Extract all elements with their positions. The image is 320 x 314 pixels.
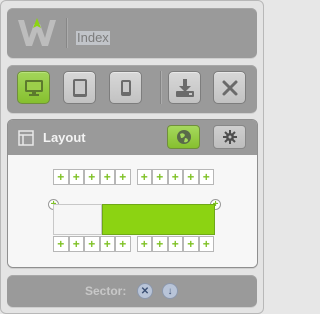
toolbar-panel xyxy=(7,65,257,113)
plus-icon: + xyxy=(187,237,195,251)
sector-label: Sector: xyxy=(85,284,127,298)
arrow-down-icon: ↓ xyxy=(167,285,173,297)
download-button[interactable] xyxy=(168,71,201,104)
layout-panel: Layout + + + + + + + + + + + + + + + + +… xyxy=(7,119,258,268)
desktop-icon xyxy=(24,79,43,96)
add-column-cell[interactable]: + xyxy=(167,236,183,252)
add-column-cell[interactable]: + xyxy=(136,236,152,252)
mobile-icon xyxy=(120,79,131,96)
app-window: Index Layout + + + + + + + + + + + + + +… xyxy=(0,0,264,314)
tablet-icon xyxy=(72,78,87,97)
layout-header: Layout xyxy=(8,120,257,155)
empty-block[interactable] xyxy=(53,204,102,235)
close-button[interactable] xyxy=(213,71,246,104)
layout-icon xyxy=(18,130,34,146)
bottom-add-row: + + + + + + + + + + xyxy=(53,236,215,254)
plus-icon: + xyxy=(140,237,148,251)
globe-button[interactable] xyxy=(167,125,200,149)
desktop-view-button[interactable] xyxy=(17,71,50,104)
add-column-cell[interactable]: + xyxy=(99,236,115,252)
plus-icon: + xyxy=(103,170,111,184)
add-column-cell[interactable]: + xyxy=(68,169,84,185)
plus-icon: + xyxy=(72,237,80,251)
close-icon xyxy=(222,80,237,95)
gear-icon xyxy=(222,130,237,144)
plus-icon: + xyxy=(88,170,96,184)
plus-icon: + xyxy=(119,237,127,251)
add-column-cell[interactable]: + xyxy=(68,236,84,252)
sector-move-down-button[interactable]: ↓ xyxy=(162,283,178,299)
plus-icon: + xyxy=(140,170,148,184)
logo-icon xyxy=(18,18,56,46)
toolbar-divider xyxy=(160,71,161,104)
plus-icon: + xyxy=(88,237,96,251)
add-column-cell[interactable]: + xyxy=(167,169,183,185)
download-icon xyxy=(175,78,194,97)
settings-button[interactable] xyxy=(213,125,246,149)
add-column-cell[interactable]: + xyxy=(136,169,152,185)
plus-icon: + xyxy=(156,170,164,184)
mobile-view-button[interactable] xyxy=(109,71,142,104)
add-column-cell[interactable]: + xyxy=(198,236,214,252)
plus-icon: + xyxy=(103,237,111,251)
content-row xyxy=(53,204,215,235)
add-column-cell[interactable]: + xyxy=(115,169,131,185)
plus-icon: + xyxy=(202,237,210,251)
add-column-cell[interactable]: + xyxy=(152,236,168,252)
plus-icon: + xyxy=(57,170,65,184)
page-title[interactable]: Index xyxy=(76,31,110,45)
plus-icon: + xyxy=(171,237,179,251)
add-column-cell[interactable]: + xyxy=(183,236,199,252)
top-add-row: + + + + + + + + + + xyxy=(53,169,215,187)
plus-icon: + xyxy=(119,170,127,184)
add-column-cell[interactable]: + xyxy=(84,236,100,252)
globe-icon xyxy=(176,130,191,144)
add-column-cell[interactable]: + xyxy=(198,169,214,185)
tablet-view-button[interactable] xyxy=(63,71,96,104)
layout-canvas: + + + + + + + + + + + + + + + + + + + + + + xyxy=(8,155,257,267)
plus-icon: + xyxy=(187,170,195,184)
plus-icon: + xyxy=(57,237,65,251)
add-column-cell[interactable]: + xyxy=(53,236,69,252)
plus-icon: + xyxy=(202,170,210,184)
add-column-cell[interactable]: + xyxy=(84,169,100,185)
footer-panel: Sector: ✕ ↓ xyxy=(7,275,257,307)
layout-title: Layout xyxy=(43,130,86,145)
add-column-cell[interactable]: + xyxy=(115,236,131,252)
close-icon: ✕ xyxy=(140,285,150,297)
plus-icon: + xyxy=(72,170,80,184)
add-column-cell[interactable]: + xyxy=(53,169,69,185)
divider xyxy=(66,18,67,48)
add-column-cell[interactable]: + xyxy=(152,169,168,185)
add-column-cell[interactable]: + xyxy=(183,169,199,185)
plus-icon: + xyxy=(156,237,164,251)
plus-icon: + xyxy=(171,170,179,184)
add-column-cell[interactable]: + xyxy=(99,169,115,185)
sector-remove-button[interactable]: ✕ xyxy=(137,283,153,299)
selected-block[interactable] xyxy=(102,204,215,235)
header-panel: Index xyxy=(7,8,257,58)
